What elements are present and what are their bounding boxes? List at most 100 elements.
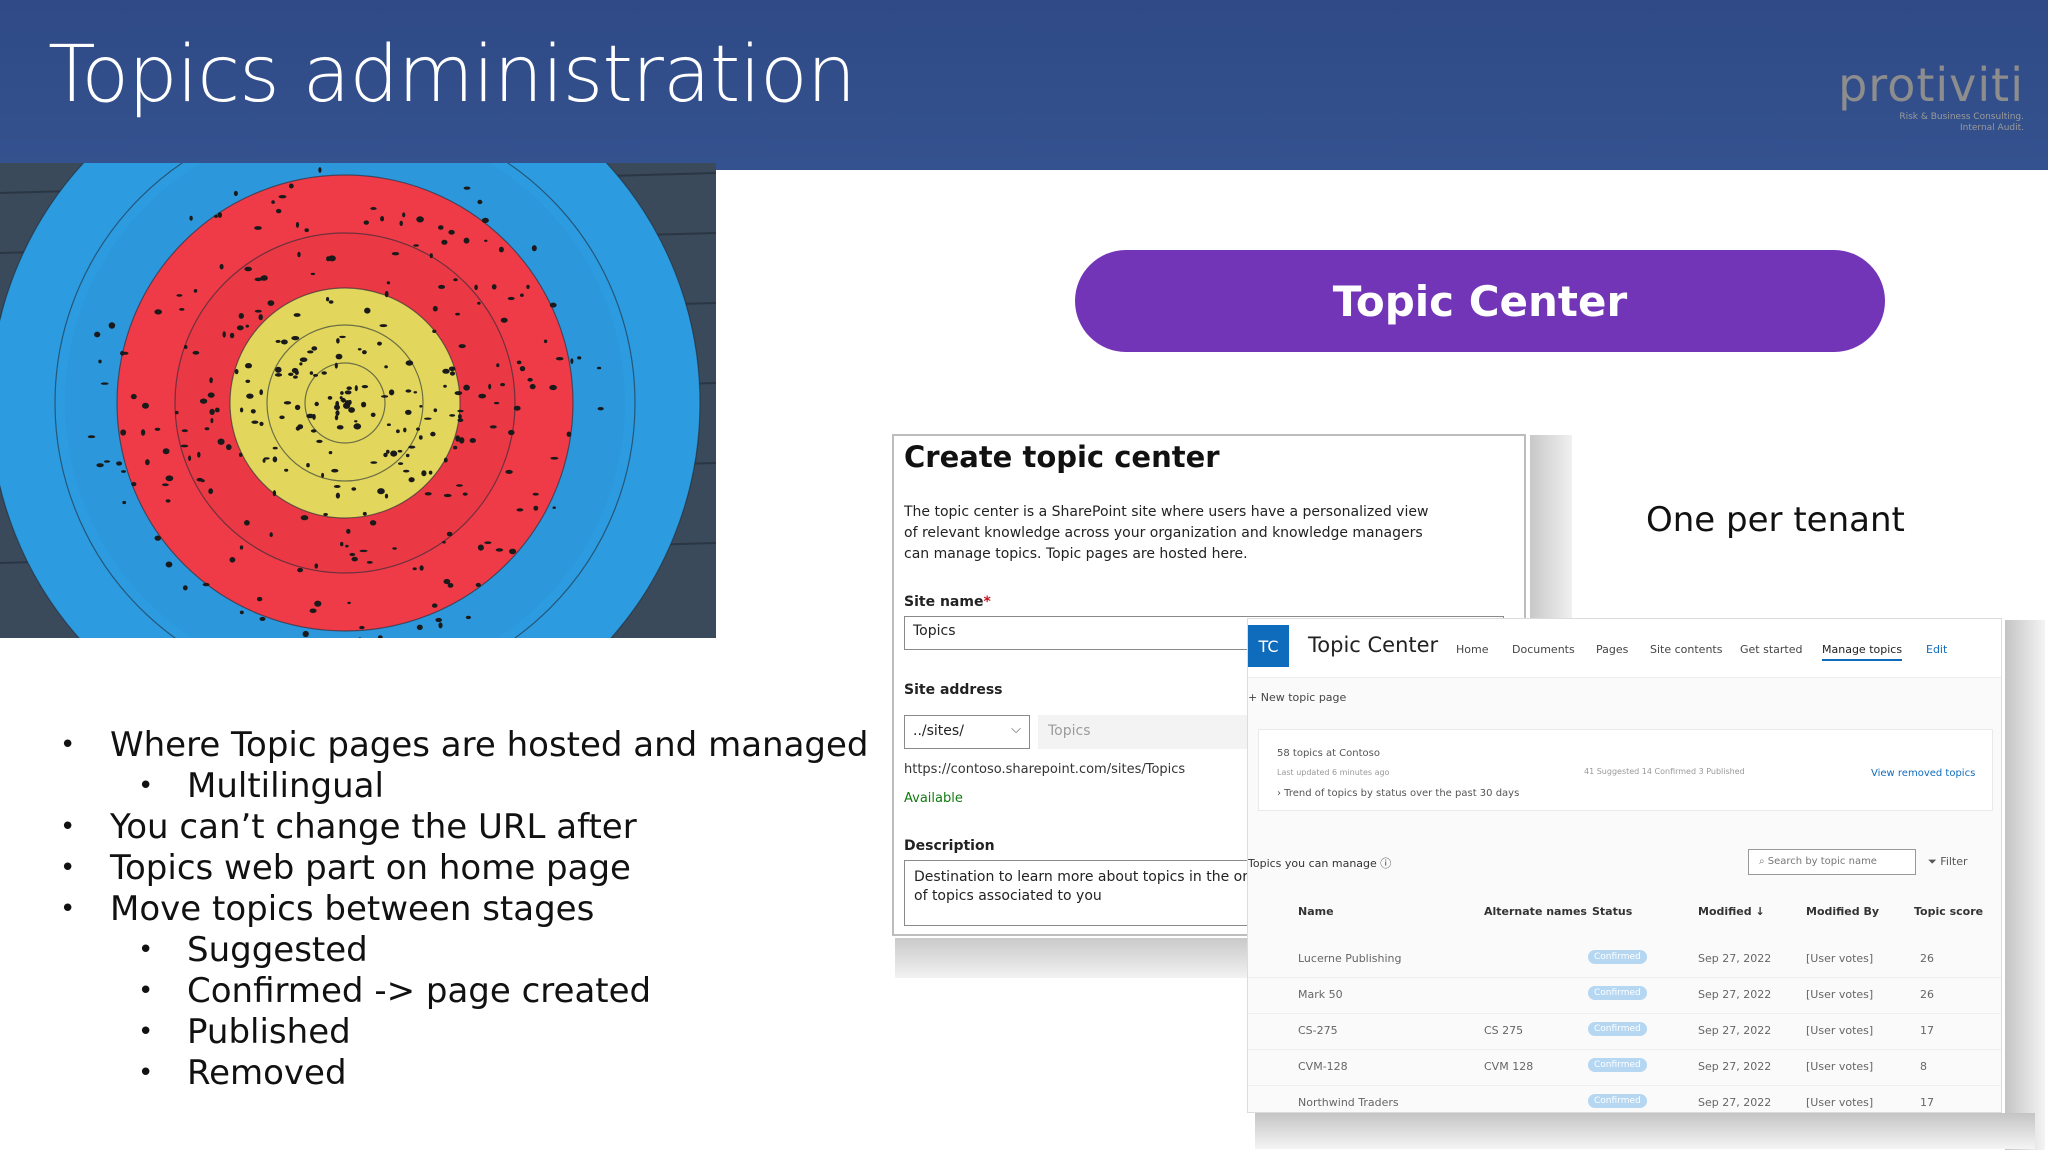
arrow-hole bbox=[239, 610, 244, 615]
nav-pages[interactable]: Pages bbox=[1596, 643, 1628, 656]
view-removed-topics-link[interactable]: View removed topics bbox=[1871, 768, 1975, 779]
arrow-hole bbox=[314, 563, 319, 569]
arrow-hole bbox=[318, 167, 322, 173]
arrow-hole bbox=[254, 277, 262, 282]
arrow-hole bbox=[412, 567, 417, 571]
site-logo-badge: TC bbox=[1248, 625, 1289, 667]
table-cell-name[interactable]: Northwind Traders bbox=[1298, 1096, 1399, 1109]
table-row[interactable]: Mark 50 Confirmed Sep 27, 2022 [User votes]… bbox=[1248, 977, 2001, 1014]
bullet-marker: • bbox=[138, 935, 154, 965]
arrow-hole bbox=[381, 395, 389, 398]
arrow-hole bbox=[335, 492, 340, 499]
col-modified-by[interactable]: Modified By bbox=[1806, 905, 1879, 918]
protiviti-logo: protiviti Risk & Business Consulting. In… bbox=[1838, 58, 2024, 134]
arrow-hole bbox=[219, 263, 224, 270]
col-status[interactable]: Status bbox=[1592, 905, 1632, 918]
arrow-hole bbox=[334, 362, 338, 369]
arrow-hole bbox=[462, 492, 468, 496]
site-name[interactable]: Topic Center bbox=[1308, 633, 1438, 657]
arrow-hole bbox=[306, 463, 310, 468]
arrow-hole bbox=[359, 625, 365, 630]
bullet-text: Multilingual bbox=[187, 766, 384, 806]
bullet-marker: • bbox=[60, 853, 76, 883]
table-cell-alt: CS 275 bbox=[1484, 1024, 1524, 1037]
arrow-hole bbox=[336, 338, 340, 344]
arrow-hole bbox=[386, 423, 391, 427]
arrow-hole bbox=[245, 363, 252, 369]
arrow-hole bbox=[258, 314, 263, 321]
arrow-hole bbox=[413, 244, 419, 247]
arrow-hole bbox=[543, 339, 548, 344]
arrow-hole bbox=[154, 427, 161, 431]
arrow-hole bbox=[233, 190, 238, 197]
trend-expander[interactable]: › Trend of topics by status over the pas… bbox=[1277, 788, 1519, 799]
arrow-hole bbox=[388, 389, 395, 396]
arrow-hole bbox=[209, 377, 213, 384]
table-row[interactable]: CS-275 CS 275 Confirmed Sep 27, 2022 [User v… bbox=[1248, 1013, 2001, 1050]
arrow-hole bbox=[403, 469, 410, 473]
arrow-hole bbox=[207, 392, 215, 398]
arrow-hole bbox=[413, 391, 418, 394]
arrow-hole bbox=[384, 493, 389, 499]
col-name[interactable]: Name bbox=[1298, 905, 1334, 918]
arrow-hole bbox=[398, 462, 404, 465]
arrow-hole bbox=[321, 371, 327, 375]
arrow-hole bbox=[364, 307, 371, 314]
arrow-hole bbox=[256, 596, 263, 602]
arrow-hole bbox=[532, 492, 539, 496]
arrow-hole bbox=[304, 228, 309, 233]
arrow-hole bbox=[340, 391, 344, 395]
site-url: https://contoso.sharepoint.com/sites/Top… bbox=[904, 762, 1186, 777]
arrow-hole bbox=[477, 301, 481, 305]
table-row[interactable]: CVM-128 CVM 128 Confirmed Sep 27, 2022 [User… bbox=[1248, 1049, 2001, 1086]
arrow-hole bbox=[239, 545, 244, 550]
arrow-hole bbox=[475, 582, 481, 587]
nav-home[interactable]: Home bbox=[1456, 643, 1488, 656]
arrow-hole bbox=[335, 400, 340, 407]
nav-site-contents[interactable]: Site contents bbox=[1650, 643, 1722, 656]
arrow-hole bbox=[271, 200, 275, 204]
bullet-text: Move topics between stages bbox=[110, 889, 595, 929]
nav-manage-topics[interactable]: Manage topics bbox=[1822, 643, 1903, 661]
nav-edit[interactable]: Edit bbox=[1926, 643, 1947, 656]
nav-documents[interactable]: Documents bbox=[1512, 643, 1575, 656]
arrow-hole bbox=[108, 322, 116, 329]
arrow-hole bbox=[244, 520, 250, 526]
arrow-hole bbox=[435, 617, 443, 623]
col-modified[interactable]: Modified ↓ bbox=[1698, 905, 1765, 918]
table-row[interactable]: Northwind Traders Confirmed Sep 27, 2022 [U… bbox=[1248, 1085, 2001, 1112]
bullet-marker: • bbox=[60, 812, 76, 842]
arrow-hole bbox=[428, 470, 433, 475]
arrow-hole bbox=[369, 520, 377, 526]
arrow-hole bbox=[162, 448, 170, 455]
arrow-hole bbox=[145, 459, 150, 466]
arrow-hole bbox=[555, 357, 564, 361]
filter-button[interactable]: ⏷ Filter bbox=[1928, 855, 1968, 869]
nav-get-started[interactable]: Get started bbox=[1740, 643, 1802, 656]
create-panel-description: The topic center is a SharePoint site wh… bbox=[904, 504, 1429, 562]
bullet-marker: • bbox=[138, 1017, 154, 1047]
table-cell-name[interactable]: CS-275 bbox=[1298, 1024, 1338, 1037]
site-address-input[interactable]: Topics bbox=[1038, 715, 1258, 749]
table-cell-name[interactable]: Mark 50 bbox=[1298, 988, 1343, 1001]
description-label: Description bbox=[904, 838, 995, 854]
table-cell-name[interactable]: Lucerne Publishing bbox=[1298, 952, 1402, 965]
table-cell-name[interactable]: CVM-128 bbox=[1298, 1060, 1348, 1073]
table-row[interactable]: Lucerne Publishing Confirmed Sep 27, 2022 [… bbox=[1248, 941, 2001, 978]
arrow-hole bbox=[327, 396, 333, 400]
site-address-prefix-select[interactable]: ../sites/⌵ bbox=[904, 715, 1030, 749]
arrow-hole bbox=[386, 281, 391, 285]
arrow-hole bbox=[321, 472, 325, 478]
arrow-hole bbox=[197, 451, 201, 458]
new-topic-page-button[interactable]: + New topic page bbox=[1248, 691, 1346, 704]
arrow-hole bbox=[500, 317, 508, 323]
col-topic-score[interactable]: Topic score bbox=[1914, 905, 1983, 918]
col-alternate-names[interactable]: Alternate names bbox=[1484, 905, 1587, 918]
site-address-label: Site address bbox=[904, 682, 1003, 698]
arrow-hole bbox=[222, 331, 226, 338]
search-input[interactable]: ⌕ Search by topic name bbox=[1748, 849, 1916, 875]
table-cell-by: [User votes] bbox=[1806, 952, 1874, 965]
arrow-hole bbox=[507, 296, 515, 301]
arrow-hole bbox=[295, 221, 300, 228]
arrow-hole bbox=[336, 425, 344, 430]
